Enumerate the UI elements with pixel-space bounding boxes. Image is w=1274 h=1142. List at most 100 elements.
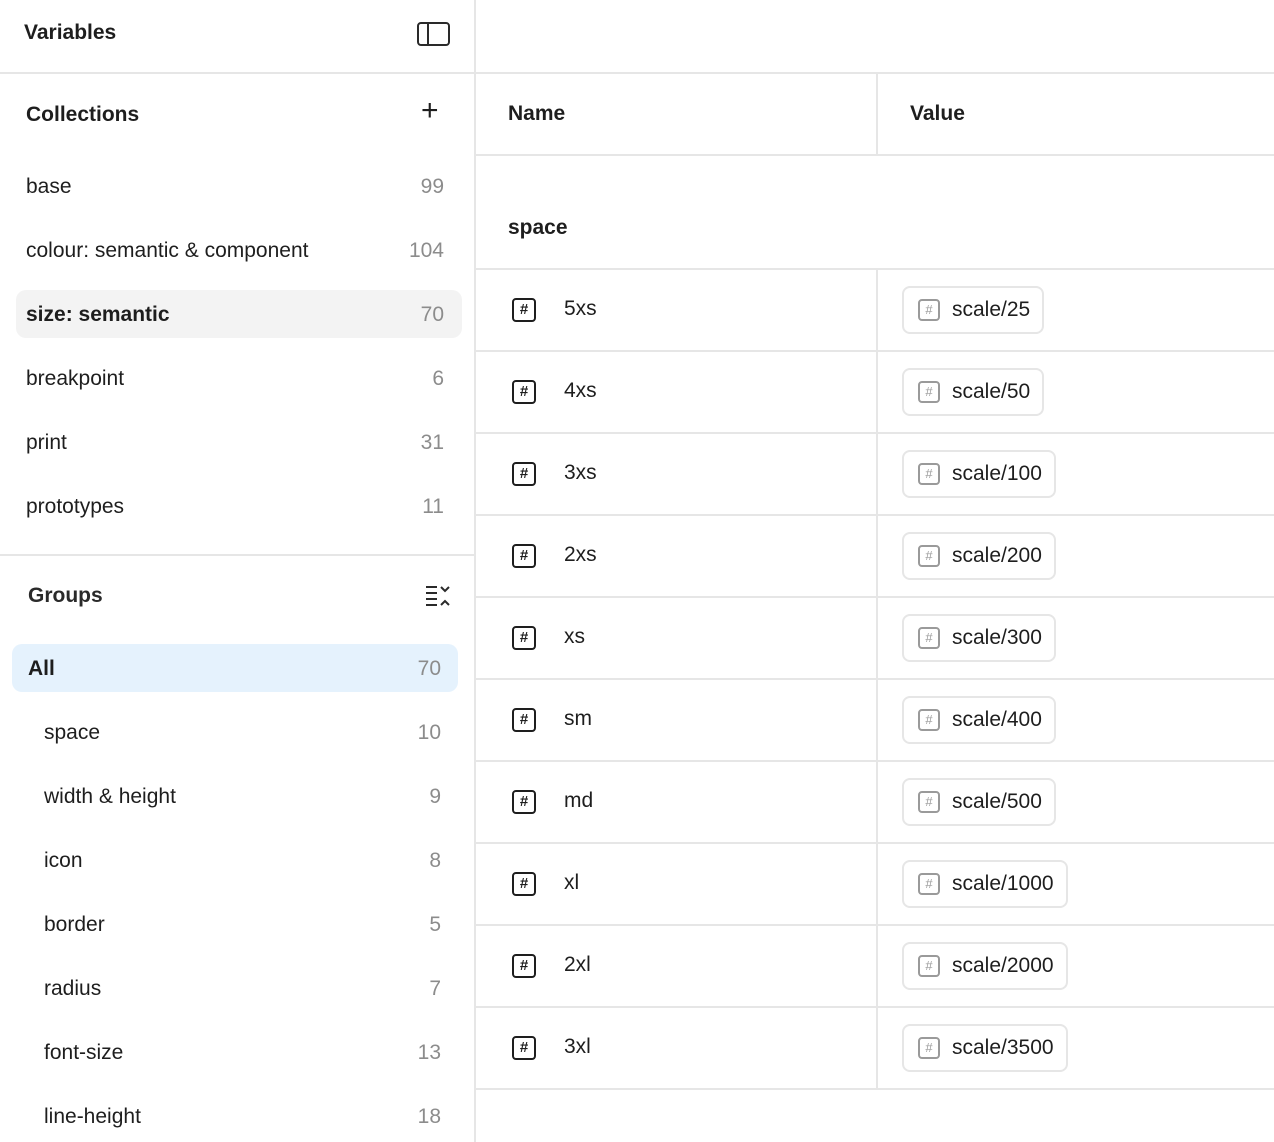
plus-icon[interactable]: + bbox=[421, 96, 439, 126]
group-item-width-height[interactable]: width & height 9 bbox=[12, 772, 458, 820]
column-divider bbox=[876, 762, 878, 844]
value-label: scale/25 bbox=[952, 298, 1031, 321]
number-variable-icon: # bbox=[918, 545, 940, 567]
group-item-space[interactable]: space 10 bbox=[12, 708, 458, 756]
collection-label: prototypes bbox=[26, 495, 125, 518]
collection-item-prototypes[interactable]: prototypes 11 bbox=[16, 482, 462, 530]
value-label: scale/200 bbox=[952, 544, 1042, 567]
group-count: 9 bbox=[429, 785, 441, 808]
variables-table: Name Value space # 5xs # scale/25 # 4xs #… bbox=[476, 0, 1274, 1142]
group-label: space bbox=[44, 721, 101, 744]
value-label: scale/500 bbox=[952, 790, 1042, 813]
variable-name[interactable]: xl bbox=[564, 871, 579, 895]
table-row[interactable]: # 4xs # scale/50 bbox=[476, 352, 1274, 434]
number-variable-icon: # bbox=[918, 709, 940, 731]
group-item-line-height[interactable]: line-height 18 bbox=[12, 1092, 458, 1140]
table-row[interactable]: # 3xs # scale/100 bbox=[476, 434, 1274, 516]
variable-name[interactable]: md bbox=[564, 789, 593, 813]
variable-value[interactable]: # scale/300 bbox=[902, 614, 1056, 662]
sidebar-header: Variables bbox=[0, 0, 474, 74]
variable-name[interactable]: 5xs bbox=[564, 297, 597, 321]
column-divider[interactable] bbox=[876, 74, 878, 154]
table-row[interactable]: # sm # scale/400 bbox=[476, 680, 1274, 762]
variable-name[interactable]: sm bbox=[564, 707, 592, 731]
value-label: scale/3500 bbox=[952, 1036, 1054, 1059]
group-item-icon[interactable]: icon 8 bbox=[12, 836, 458, 884]
table-row[interactable]: # 5xs # scale/25 bbox=[476, 270, 1274, 352]
collection-item-colour-semantic-component[interactable]: colour: semantic & component 104 bbox=[16, 226, 462, 274]
table-row[interactable]: # md # scale/500 bbox=[476, 762, 1274, 844]
variable-value[interactable]: # scale/500 bbox=[902, 778, 1056, 826]
number-variable-icon: # bbox=[512, 298, 536, 322]
value-label: scale/2000 bbox=[952, 954, 1054, 977]
column-divider bbox=[876, 434, 878, 516]
group-label: radius bbox=[44, 977, 102, 1000]
variable-value[interactable]: # scale/25 bbox=[902, 286, 1045, 334]
number-variable-icon: # bbox=[918, 791, 940, 813]
collection-count: 104 bbox=[408, 239, 444, 262]
group-count: 18 bbox=[417, 1105, 441, 1128]
column-divider bbox=[876, 516, 878, 598]
variable-name[interactable]: 3xl bbox=[564, 1035, 591, 1059]
variable-value[interactable]: # scale/1000 bbox=[902, 860, 1068, 908]
variable-value[interactable]: # scale/2000 bbox=[902, 942, 1068, 990]
variable-name[interactable]: 2xl bbox=[564, 953, 591, 977]
number-variable-icon: # bbox=[918, 873, 940, 895]
value-label: scale/50 bbox=[952, 380, 1031, 403]
number-variable-icon: # bbox=[918, 463, 940, 485]
variable-value[interactable]: # scale/100 bbox=[902, 450, 1056, 498]
group-heading-row: space bbox=[476, 156, 1274, 270]
number-variable-icon: # bbox=[512, 1036, 536, 1060]
group-item-radius[interactable]: radius 7 bbox=[12, 964, 458, 1012]
collection-count: 6 bbox=[432, 367, 444, 390]
variable-value[interactable]: # scale/200 bbox=[902, 532, 1056, 580]
column-divider bbox=[876, 270, 878, 352]
table-row[interactable]: # 2xs # scale/200 bbox=[476, 516, 1274, 598]
variable-value[interactable]: # scale/400 bbox=[902, 696, 1056, 744]
group-item-border[interactable]: border 5 bbox=[12, 900, 458, 948]
table-toolbar bbox=[476, 0, 1274, 74]
number-variable-icon: # bbox=[512, 462, 536, 486]
group-item-all[interactable]: All 70 bbox=[12, 644, 458, 692]
number-variable-icon: # bbox=[512, 708, 536, 732]
variable-name[interactable]: 3xs bbox=[564, 461, 597, 485]
sidebar-toggle-icon[interactable] bbox=[417, 22, 450, 46]
column-divider bbox=[876, 598, 878, 680]
variable-name[interactable]: xs bbox=[564, 625, 585, 649]
variable-name[interactable]: 2xs bbox=[564, 543, 597, 567]
value-label: scale/100 bbox=[952, 462, 1042, 485]
collection-item-breakpoint[interactable]: breakpoint 6 bbox=[16, 354, 462, 402]
group-heading: space bbox=[508, 216, 568, 239]
group-label: line-height bbox=[44, 1105, 141, 1128]
collection-item-print[interactable]: print 31 bbox=[16, 418, 462, 466]
table-row[interactable]: # 2xl # scale/2000 bbox=[476, 926, 1274, 1008]
number-variable-icon: # bbox=[918, 627, 940, 649]
collection-label: size: semantic bbox=[26, 303, 170, 326]
variable-name[interactable]: 4xs bbox=[564, 379, 597, 403]
collection-label: colour: semantic & component bbox=[26, 239, 309, 262]
collection-label: print bbox=[26, 431, 67, 454]
number-variable-icon: # bbox=[918, 381, 940, 403]
collapse-list-icon[interactable] bbox=[424, 584, 452, 610]
group-item-font-size[interactable]: font-size 13 bbox=[12, 1028, 458, 1076]
variable-value[interactable]: # scale/50 bbox=[902, 368, 1045, 416]
sidebar-title: Variables bbox=[24, 21, 117, 44]
name-column-header: Name bbox=[508, 102, 566, 125]
group-label: icon bbox=[44, 849, 83, 872]
group-label: width & height bbox=[44, 785, 176, 808]
number-variable-icon: # bbox=[918, 1037, 940, 1059]
number-variable-icon: # bbox=[512, 954, 536, 978]
table-row[interactable]: # 3xl # scale/3500 bbox=[476, 1008, 1274, 1090]
table-row[interactable]: # xs # scale/300 bbox=[476, 598, 1274, 680]
variable-value[interactable]: # scale/3500 bbox=[902, 1024, 1068, 1072]
collection-item-base[interactable]: base 99 bbox=[16, 162, 462, 210]
group-count: 13 bbox=[417, 1041, 441, 1064]
collection-count: 11 bbox=[422, 495, 444, 518]
number-variable-icon: # bbox=[512, 380, 536, 404]
column-divider bbox=[876, 1008, 878, 1090]
table-row[interactable]: # xl # scale/1000 bbox=[476, 844, 1274, 926]
collection-item-size-semantic[interactable]: size: semantic 70 bbox=[16, 290, 462, 338]
group-label: border bbox=[44, 913, 105, 936]
column-divider bbox=[876, 844, 878, 926]
group-count: 5 bbox=[429, 913, 441, 936]
